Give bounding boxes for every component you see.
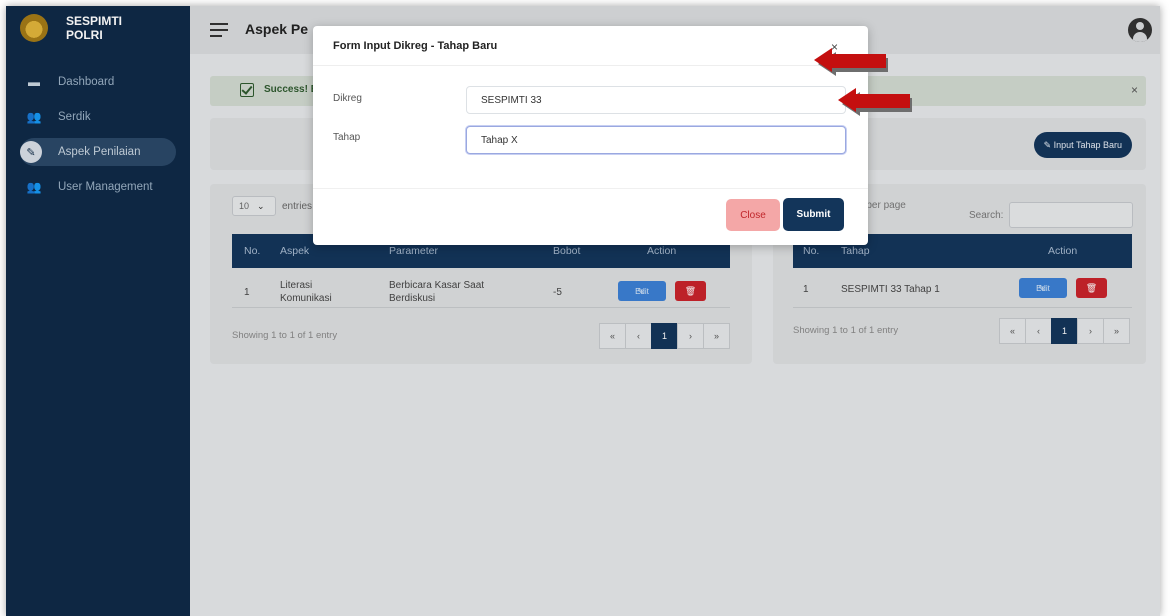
tahap-field[interactable]: Tahap X bbox=[466, 126, 846, 154]
modal-footer-divider bbox=[313, 188, 868, 189]
form-modal: Form Input Dikreg - Tahap Baru × Dikreg … bbox=[313, 26, 868, 245]
annotation-arrow-icon bbox=[814, 48, 888, 76]
app-window: SESPIMTI POLRI ▬ Dashboard 👥 Serdik ✎ As… bbox=[6, 6, 1160, 616]
dikreg-field[interactable]: SESPIMTI 33 bbox=[466, 86, 846, 114]
modal-title: Form Input Dikreg - Tahap Baru bbox=[333, 40, 498, 52]
dikreg-label: Dikreg bbox=[333, 93, 362, 104]
tahap-label: Tahap bbox=[333, 132, 361, 143]
annotation-arrow-icon bbox=[838, 88, 912, 116]
submit-button[interactable]: Submit bbox=[783, 198, 844, 231]
modal-header: Form Input Dikreg - Tahap Baru × bbox=[313, 26, 868, 66]
close-button[interactable]: Close bbox=[726, 199, 780, 231]
